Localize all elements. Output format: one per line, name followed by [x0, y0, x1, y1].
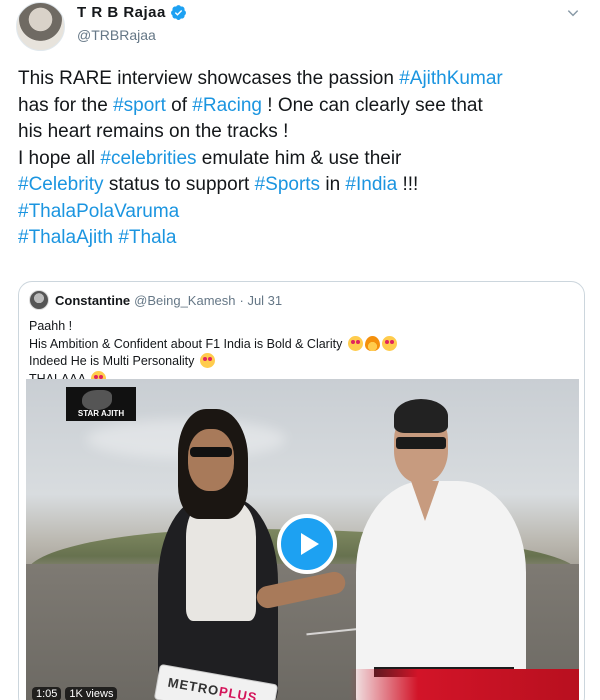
tweet-text-segment: has for the — [18, 94, 114, 116]
tweet-text-line: I hope all #celebrities emulate him & us… — [18, 146, 588, 173]
tweet-text-segment: his heart remains on the tracks ! — [18, 121, 289, 142]
video-duration: 1:05 — [32, 687, 62, 700]
interviewee-sunglasses — [396, 437, 446, 449]
channel-logo: STAR AJITH — [66, 387, 136, 421]
hashtag-link[interactable]: #Celebrity — [18, 174, 104, 195]
hashtag-link[interactable]: #ThalaPolaVaruma — [18, 201, 179, 222]
heart-eyes-emoji-icon — [381, 335, 397, 351]
hashtag-link[interactable]: #sport — [113, 95, 166, 116]
quoted-text-line: Paahh ! — [29, 318, 569, 336]
tweet-card: T R B Rajaa @TRBRajaa This RARE intervie… — [0, 0, 600, 700]
quoted-text-line: His Ambition & Confident about F1 India … — [29, 335, 569, 354]
tweet-text-segment: emulate him & use their — [196, 147, 402, 169]
quoted-tweet[interactable]: Constantine @Being_Kamesh · Jul 31 Paahh… — [18, 281, 585, 700]
verified-badge-icon — [170, 5, 186, 20]
tweet-text-line: his heart remains on the tracks ! — [18, 119, 588, 146]
author-display-name[interactable]: T R B Rajaa — [77, 4, 166, 21]
interviewer-face — [188, 429, 234, 491]
chevron-down-icon[interactable] — [564, 6, 582, 24]
channel-logo-text: STAR AJITH — [77, 409, 125, 418]
quoted-handle[interactable]: @Being_Kamesh — [134, 293, 235, 308]
hashtag-link[interactable]: #India — [345, 174, 397, 195]
quoted-text-segment: His Ambition & Confident about F1 India … — [29, 336, 346, 351]
quoted-text-segment: Paahh ! — [29, 319, 73, 333]
tweet-text-line: This RARE interview showcases the passio… — [18, 66, 588, 93]
fire-emoji-icon — [364, 335, 380, 351]
interviewer-top — [186, 501, 256, 621]
mic-brand: METROPLUS — [166, 674, 259, 700]
tweet-text-segment: !!! — [397, 174, 419, 195]
interviewee-hair — [394, 399, 448, 433]
quoted-text-segment: Indeed He is Multi Personality — [29, 354, 198, 368]
video-meta: 1:05 1K views — [32, 687, 118, 700]
video-interviewee — [356, 399, 556, 700]
hashtag-link[interactable]: #celebrities — [100, 148, 196, 169]
tweet-text-segment: ! One can clearly see that — [262, 94, 483, 116]
quoted-date[interactable]: · Jul 31 — [240, 293, 283, 308]
hashtag-link[interactable]: #Thala — [118, 227, 176, 248]
hashtag-link[interactable]: #Sports — [255, 174, 320, 195]
video-player[interactable]: STAR AJITH METROPLUS 1:05 1K views — [26, 379, 579, 700]
play-icon[interactable] — [277, 514, 337, 574]
quoted-header: Constantine @Being_Kamesh · Jul 31 — [29, 290, 282, 310]
tweet-text-segment: in — [320, 174, 346, 195]
tweet-text-segment: This RARE interview showcases the passio… — [18, 68, 400, 89]
quoted-avatar[interactable] — [29, 290, 49, 310]
heart-eyes-emoji-icon — [347, 335, 363, 351]
author-name-row: T R B Rajaa — [77, 4, 187, 21]
quoted-text-line: Indeed He is Multi Personality — [29, 353, 569, 371]
author-avatar[interactable] — [16, 2, 65, 51]
video-views: 1K views — [65, 687, 118, 700]
hashtag-link[interactable]: #Racing — [192, 95, 262, 116]
heart-eyes-emoji-icon — [199, 353, 215, 368]
author-handle[interactable]: @TRBRajaa — [77, 27, 156, 43]
tweet-text-line: has for the #sport of #Racing ! One can … — [18, 93, 588, 120]
video-lower-third — [349, 669, 579, 700]
tweet-text-segment: status to support — [103, 174, 255, 195]
interviewer-sunglasses — [190, 447, 232, 457]
hashtag-link[interactable]: #AjithKumar — [399, 68, 503, 89]
quoted-display-name[interactable]: Constantine — [55, 293, 130, 308]
tweet-text-segment: I hope all — [18, 147, 101, 169]
quoted-text: Paahh ! His Ambition & Confident about F1… — [29, 318, 569, 388]
tweet-text-line: #Celebrity status to support #Sports in … — [18, 172, 588, 199]
tweet-text: This RARE interview showcases the passio… — [18, 66, 588, 252]
tweet-text-segment: of — [165, 94, 193, 116]
tweet-text-line: #ThalaAjith #Thala — [18, 225, 588, 252]
tweet-text-line: #ThalaPolaVaruma — [18, 199, 588, 226]
hashtag-link[interactable]: #ThalaAjith — [18, 227, 113, 248]
